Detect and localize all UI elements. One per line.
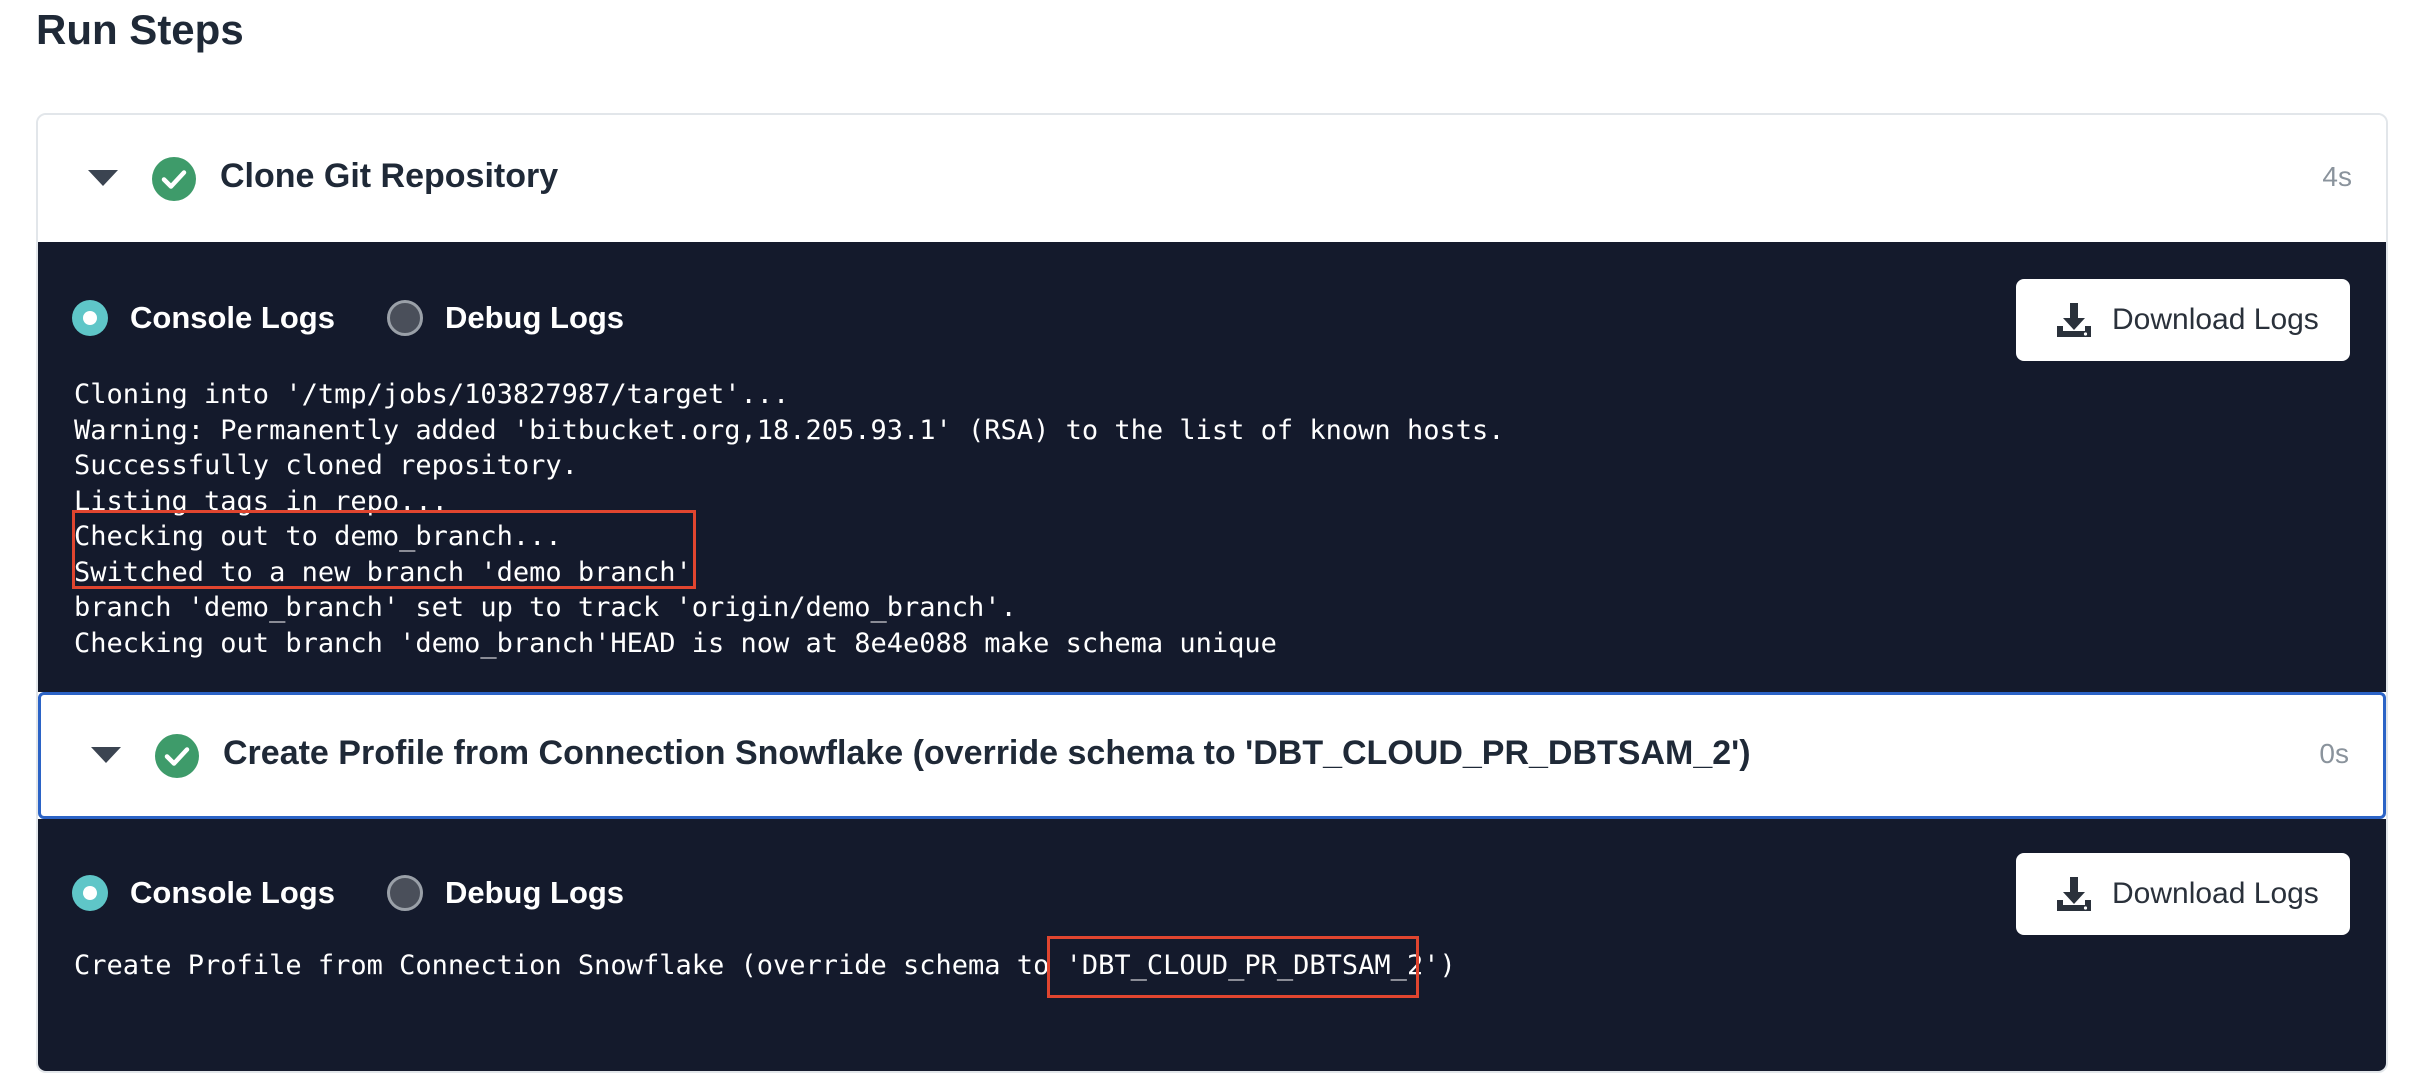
debug-logs-radio[interactable]: Debug Logs (386, 300, 625, 336)
chevron-down-icon[interactable] (88, 170, 118, 186)
debug-logs-radio[interactable]: Debug Logs (386, 875, 625, 911)
download-icon (2056, 876, 2092, 912)
log-line: Cloning into '/tmp/jobs/103827987/target… (74, 379, 790, 410)
highlight-box-branch-checkout (72, 510, 696, 589)
step-title: Clone Git Repository (220, 157, 559, 195)
radio-unselected-icon (386, 300, 423, 336)
check-circle-icon (155, 734, 199, 778)
log-line: Successfully cloned repository. (74, 450, 578, 481)
highlight-box-schema-name (1047, 936, 1419, 998)
radio-selected-icon (72, 300, 108, 336)
log-line: Checking out branch 'demo_branch'HEAD is… (74, 627, 1277, 659)
console-logs-radio[interactable]: Console Logs (72, 300, 335, 336)
radio-selected-icon (72, 875, 108, 911)
debug-logs-label: Debug Logs (444, 300, 625, 335)
log-line: Warning: Permanently added 'bitbucket.or… (74, 414, 1505, 446)
download-icon (2056, 302, 2092, 338)
download-logs-button[interactable]: Download Logs (2016, 279, 2350, 361)
debug-logs-label: Debug Logs (444, 875, 625, 910)
step-header-clone-git-repository[interactable]: Clone Git Repository 4s (38, 115, 2386, 242)
step-duration: 0s (2319, 738, 2349, 769)
radio-unselected-icon (386, 875, 423, 911)
step-duration: 4s (2322, 161, 2352, 192)
step-title: Create Profile from Connection Snowflake… (223, 734, 1751, 772)
check-circle-icon (152, 157, 196, 201)
download-logs-label: Download Logs (2112, 877, 2319, 910)
download-logs-label: Download Logs (2112, 303, 2319, 336)
log-type-toggle: Console Logs Debug Logs (72, 875, 676, 911)
log-panel-clone-git-repository: Console Logs Debug Logs Download Logs Cl… (38, 242, 2386, 692)
log-type-toggle: Console Logs Debug Logs (72, 300, 676, 336)
log-line: branch 'demo_branch' set up to track 'or… (74, 592, 1017, 623)
chevron-down-icon[interactable] (91, 747, 121, 763)
log-panel-create-profile: Console Logs Debug Logs Download Logs Cr… (38, 819, 2386, 1071)
console-logs-label: Console Logs (130, 875, 335, 910)
run-steps-list: Clone Git Repository 4s Console Logs Deb… (36, 113, 2388, 1073)
page-title: Run Steps (36, 6, 244, 53)
step-header-create-profile[interactable]: Create Profile from Connection Snowflake… (38, 692, 2386, 819)
console-logs-label: Console Logs (130, 300, 335, 335)
console-logs-radio[interactable]: Console Logs (72, 875, 335, 911)
download-logs-button[interactable]: Download Logs (2016, 853, 2350, 935)
